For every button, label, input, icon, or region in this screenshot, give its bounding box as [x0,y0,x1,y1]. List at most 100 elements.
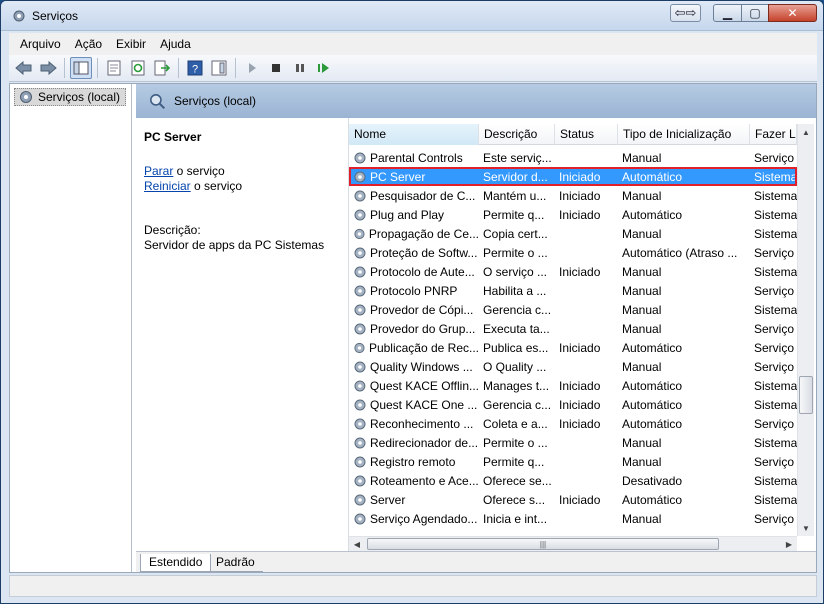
service-description-cell: Permite q... [483,454,545,469]
table-row[interactable]: Roteamento e Ace... Oferece se... Desativa… [349,471,797,490]
service-name: Roteamento e Ace... [370,473,479,488]
service-name-cell: Reconhecimento ... [349,417,479,431]
service-name-cell: Provedor do Grup... [349,322,479,336]
gear-icon [354,342,365,353]
table-row[interactable]: Quest KACE One ... Gerencia c... Iniciado A… [349,395,797,414]
pause-button[interactable] [289,57,311,79]
table-row[interactable]: Propagação de Ce... Copia cert... Manual Si… [349,224,797,243]
menu-acao[interactable]: Ação [68,37,109,51]
service-logon-cell: Sistema [754,302,797,317]
menu-bar: Arquivo Ação Exibir Ajuda [9,33,817,55]
status-bar [9,575,817,597]
help-button[interactable]: ? [184,57,206,79]
show-hide-action-button[interactable] [208,57,230,79]
scroll-right-icon[interactable]: ▶ [781,537,797,551]
service-name: Reconhecimento ... [370,416,474,431]
menu-arquivo[interactable]: Arquivo [13,37,68,51]
service-logon-cell: Sistema [754,473,797,488]
toolbar-separator [97,58,98,78]
table-row[interactable]: Proteção de Softw... Permite o ... Automát… [349,243,797,262]
table-row[interactable]: Provedor de Cópi... Gerencia c... Manual Si… [349,300,797,319]
table-row[interactable]: Registro remoto Permite q... Manual Serviço [349,452,797,471]
svg-text:?: ? [192,64,198,76]
export-button[interactable] [151,57,173,79]
maximize-button[interactable]: ▢ [741,4,769,22]
service-startup-type-cell: Manual [622,188,662,203]
tree-node-services-local[interactable]: Serviços (local) [14,88,126,106]
gear-icon [354,323,366,334]
scroll-down-icon[interactable]: ▼ [798,520,814,536]
forward-button[interactable] [37,57,59,79]
properties-button[interactable] [103,57,125,79]
horizontal-scrollbar[interactable]: ◀ ||| ▶ [349,536,797,551]
stop-service-link[interactable]: Parar [144,164,173,178]
vertical-scroll-thumb[interactable] [799,376,813,414]
service-name: Serviço Agendado... [370,511,478,526]
table-row[interactable]: Protocolo PNRP Habilita a ... Manual Serviç… [349,281,797,300]
service-description-cell: Permite q... [483,207,545,222]
column-header-row: Nome Descrição Status Tipo de Inicializa… [349,124,797,145]
table-row[interactable]: Reconhecimento ... Coleta e a... Iniciado A… [349,414,797,433]
service-description-cell: Copia cert... [483,226,548,241]
column-header-tipo[interactable]: Tipo de Inicialização [618,124,750,145]
service-name-cell: Quality Windows ... [349,360,479,374]
service-startup-type-cell: Automático [622,169,683,184]
scroll-left-icon[interactable]: ◀ [349,537,365,551]
service-description-cell: Permite o ... [483,245,548,260]
console-tree-icon [73,61,89,75]
table-row[interactable]: Protocolo de Aute... O serviço ... Iniciad… [349,262,797,281]
gear-icon [354,285,366,296]
stop-button[interactable] [265,57,287,79]
pause-icon [296,64,304,72]
title-bar[interactable]: Serviços ⇦⇨ ▁ ▢ ✕ [1,1,823,31]
table-row[interactable]: Provedor do Grup... Executa ta... Manual Se… [349,319,797,338]
table-row[interactable]: Serviço Agendado... Inicia e int... Manual… [349,509,797,528]
table-row[interactable]: PC Server Servidor d... Iniciado Automático… [349,167,797,186]
service-startup-type-cell: Manual [622,511,662,526]
view-tabs: Estendido Padrão [136,551,816,572]
horizontal-scroll-thumb[interactable]: ||| [367,538,719,550]
service-name: Parental Controls [370,150,463,165]
back-button[interactable] [13,57,35,79]
service-status-cell: Iniciado [559,264,601,279]
service-name-cell: Protocolo de Aute... [349,265,479,279]
service-status-cell: Iniciado [559,169,601,184]
service-name: Quest KACE One ... [370,397,478,412]
action-pane-icon [211,60,227,76]
table-row[interactable]: Publicação de Rec... Publica es... Iniciad… [349,338,797,357]
table-row[interactable]: Redirecionador de... Permite o ... Manual S… [349,433,797,452]
column-header-status[interactable]: Status [555,124,618,145]
table-row[interactable]: Quality Windows ... O Quality ... Manual Se… [349,357,797,376]
restart-button[interactable] [313,57,335,79]
toolbar-separator [64,58,65,78]
table-row[interactable]: Parental Controls Este serviç... Manual Ser… [349,148,797,167]
menu-ajuda[interactable]: Ajuda [153,37,198,51]
column-header-nome[interactable]: Nome [349,124,479,145]
column-header-descricao[interactable]: Descrição [479,124,555,145]
menu-exibir[interactable]: Exibir [109,37,153,51]
service-startup-type-cell: Manual [622,226,662,241]
swap-arrows-icon[interactable]: ⇦⇨ [670,4,701,22]
service-name: Publicação de Rec... [368,340,479,355]
refresh-button[interactable] [127,57,149,79]
table-row[interactable]: Quest KACE Offlin... Manages t... Iniciado… [349,376,797,395]
vertical-scrollbar[interactable]: ▲ ▼ [797,124,814,536]
tab-estendido[interactable]: Estendido [140,554,212,572]
gear-icon [354,152,366,163]
service-startup-type-cell: Automático [622,378,683,393]
start-button[interactable] [241,57,263,79]
table-row[interactable]: Server Oferece s... Iniciado Automático Sist… [349,490,797,509]
console-tree-button[interactable] [70,57,92,79]
restart-service-link[interactable]: Reiniciar [144,179,191,193]
table-row[interactable]: Pesquisador de C... Mantém u... Iniciado Ma… [349,186,797,205]
minimize-button[interactable]: ▁ [713,4,742,22]
tab-padrao[interactable]: Padrão [208,554,263,572]
close-button[interactable]: ✕ [768,4,817,22]
service-startup-type-cell: Manual [622,454,662,469]
column-header-fazer-logon[interactable]: Fazer Lo [750,124,797,145]
restart-service-line: Reiniciar o serviço [144,179,242,193]
arrow-left-icon [15,61,32,75]
scroll-up-icon[interactable]: ▲ [798,124,814,140]
service-name-cell: Proteção de Softw... [349,246,479,260]
table-row[interactable]: Plug and Play Permite q... Iniciado Automát… [349,205,797,224]
